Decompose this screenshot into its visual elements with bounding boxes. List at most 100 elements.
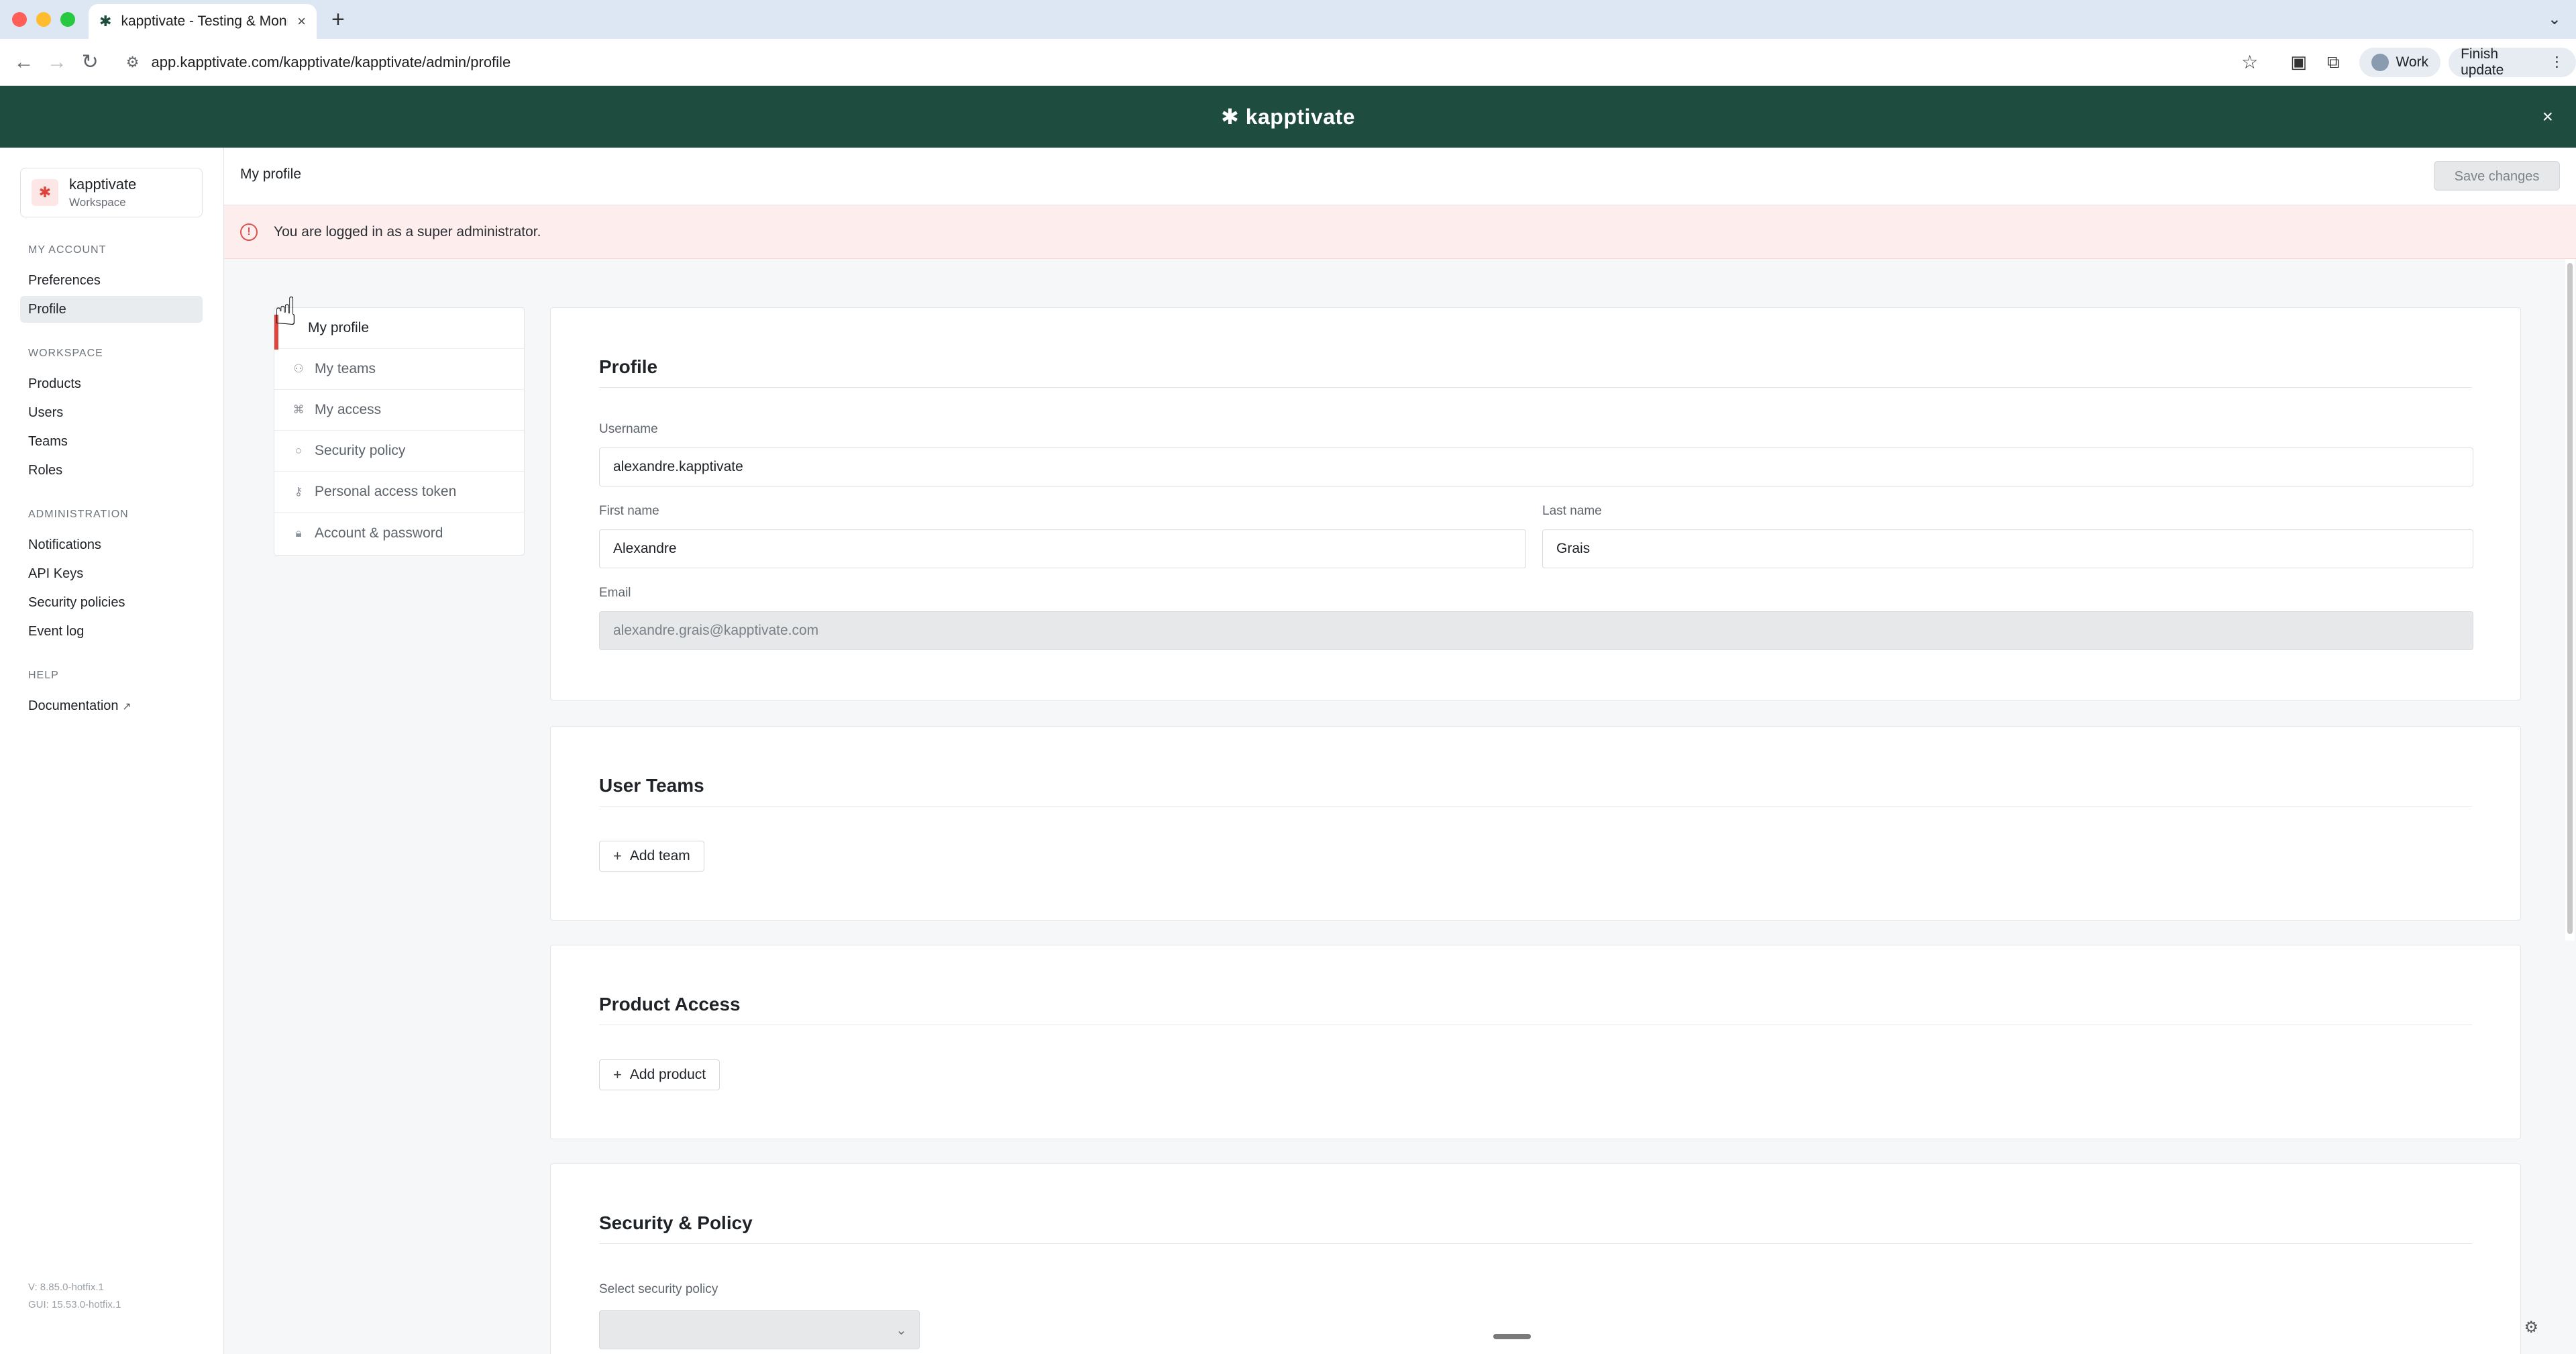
finish-update-button[interactable]: Finish update ⋮ (2449, 46, 2576, 78)
security-policy-title: Security & Policy (599, 1212, 753, 1233)
product-access-card: Product Access + Add product (550, 945, 2521, 1139)
workspace-switcher[interactable]: ✱ kapptivate Workspace (20, 168, 203, 217)
access-icon: ⌘ (292, 403, 305, 416)
email-field: alexandre.grais@kapptivate.com (599, 611, 2473, 650)
sidebar-item-products[interactable]: Products (20, 370, 203, 397)
subnav-label: My access (315, 402, 382, 417)
subnav-item-my-teams[interactable]: ⚇ My teams (274, 349, 524, 390)
info-circle-icon: ! (240, 223, 258, 241)
plus-icon: + (613, 847, 622, 864)
subnav-item-security-policy[interactable]: ○ Security policy (274, 431, 524, 472)
security-policy-select[interactable]: ⌄ (599, 1310, 920, 1349)
profile-card: Profile Username alexandre.kapptivate Fi… (550, 307, 2521, 700)
browser-tab-active[interactable]: ✱ kapptivate - Testing & Monit... × (89, 4, 317, 39)
workspace-logo-icon: ✱ (32, 179, 58, 206)
section-title-workspace: WORKSPACE (28, 348, 103, 359)
sidebar-item-security-policies[interactable]: Security policies (20, 589, 203, 616)
sidebar-item-notifications[interactable]: Notifications (20, 531, 203, 558)
add-product-button[interactable]: + Add product (599, 1059, 720, 1090)
brand-logo: ✱ kapptivate (1221, 105, 1355, 129)
add-team-button[interactable]: + Add team (599, 841, 704, 872)
subnav-item-account-password[interactable]: 🔒︎ Account & password (274, 513, 524, 554)
product-access-title: Product Access (599, 994, 741, 1014)
site-info-icon[interactable]: ⚙ (126, 54, 140, 71)
window-controls (12, 12, 75, 27)
content-header: My profile Save changes (224, 148, 2576, 205)
profile-subnav: My profile ⚇ My teams ⌘ My access ○ Secu… (274, 307, 525, 556)
reload-icon[interactable]: ↻ (78, 50, 102, 74)
new-tab-button[interactable]: + (331, 7, 345, 33)
divider (599, 387, 2472, 388)
lock-icon: 🔒︎ (295, 526, 302, 539)
workspace-name: kapptivate (69, 176, 137, 193)
user-teams-card: User Teams + Add team (550, 726, 2521, 921)
kapptivate-favicon-icon: ✱ (99, 13, 112, 30)
first-name-label: First name (599, 504, 659, 518)
subnav-label: Account & password (315, 525, 443, 541)
section-title-help: HELP (28, 670, 59, 681)
workspace-subtitle: Workspace (69, 196, 126, 209)
profile-name: Work (2396, 54, 2429, 70)
extension-icon[interactable]: ▣ (2290, 52, 2307, 72)
shield-icon: ○ (294, 444, 303, 457)
profile-avatar-icon (2371, 53, 2390, 71)
tab-search-chevron-icon[interactable]: ⌄ (2548, 9, 2561, 29)
add-product-label: Add product (629, 1067, 706, 1082)
subnav-item-personal-access-token[interactable]: ⚷ Personal access token (274, 472, 524, 513)
sidebar-item-teams[interactable]: Teams (20, 428, 203, 455)
gui-version: GUI: 15.53.0-hotfix.1 (28, 1299, 121, 1310)
bookmark-star-icon[interactable]: ☆ (2241, 51, 2258, 73)
sidebar: ✱ kapptivate Workspace MY ACCOUNT Prefer… (0, 148, 224, 1354)
subnav-item-my-access[interactable]: ⌘ My access (274, 390, 524, 431)
minimize-window-button[interactable] (36, 12, 51, 27)
sidebar-item-documentation[interactable]: Documentation ↗ (20, 692, 203, 719)
save-changes-button[interactable]: Save changes (2434, 161, 2560, 191)
first-name-field[interactable]: Alexandre (599, 529, 1526, 568)
close-icon[interactable]: × (2542, 106, 2553, 127)
alert-text: You are logged in as a super administrat… (274, 223, 541, 240)
plus-icon: + (613, 1066, 622, 1083)
user-teams-title: User Teams (599, 775, 704, 796)
last-name-label: Last name (1542, 504, 1602, 518)
app-banner: ✱ kapptivate × (0, 86, 2576, 148)
sidebar-item-api-keys[interactable]: API Keys (20, 560, 203, 587)
scrollbar-thumb[interactable] (2567, 263, 2573, 934)
back-arrow-icon[interactable]: ← (12, 51, 36, 74)
key-icon: ⚷ (294, 485, 303, 498)
content-scrollbar[interactable] (2565, 259, 2575, 941)
email-label: Email (599, 586, 631, 600)
tab-close-icon[interactable]: × (297, 13, 306, 30)
username-field[interactable]: alexandre.kapptivate (599, 448, 2473, 486)
teams-icon: ⚇ (293, 362, 304, 375)
profile-chip[interactable]: Work (2359, 47, 2441, 77)
sidebar-item-roles[interactable]: Roles (20, 457, 203, 484)
subnav-item-my-profile[interactable]: My profile (274, 308, 524, 350)
sidebar-item-users[interactable]: Users (20, 399, 203, 426)
gear-icon[interactable]: ⚙ (2524, 1318, 2538, 1337)
extensions-puzzle-icon[interactable]: ⧉ (2327, 52, 2340, 73)
subnav-label: Security policy (315, 443, 406, 458)
last-name-field[interactable]: Grais (1542, 529, 2473, 568)
browser-toolbar: ← → ↻ ⚙ app.kapptivate.com/kapptivate/ka… (0, 39, 2576, 86)
hand-cursor-icon: ☝ (274, 290, 298, 333)
url-text[interactable]: app.kapptivate.com/kapptivate/kapptivate… (152, 54, 2230, 71)
close-window-button[interactable] (12, 12, 27, 27)
drag-handle[interactable] (1493, 1334, 1531, 1339)
chevron-down-icon: ⌄ (896, 1323, 907, 1338)
more-vertical-icon: ⋮ (2549, 54, 2564, 70)
section-title-administration: ADMINISTRATION (28, 509, 129, 520)
sidebar-item-preferences[interactable]: Preferences (20, 267, 203, 294)
maximize-window-button[interactable] (60, 12, 75, 27)
divider (599, 1243, 2472, 1244)
documentation-label: Documentation (28, 698, 119, 713)
subnav-label: My profile (308, 320, 370, 335)
browser-tab-bar: ✱ kapptivate - Testing & Monit... × + ⌄ (0, 0, 2576, 39)
address-bar[interactable]: ⚙ app.kapptivate.com/kapptivate/kapptiva… (113, 44, 2271, 80)
sidebar-item-profile[interactable]: Profile (20, 296, 203, 323)
main-content: My profile ⚇ My teams ⌘ My access ○ Secu… (224, 259, 2576, 1354)
sidebar-item-event-log[interactable]: Event log (20, 618, 203, 645)
section-title-my-account: MY ACCOUNT (28, 244, 107, 256)
add-team-label: Add team (629, 848, 690, 864)
tab-title: kapptivate - Testing & Monit... (121, 13, 288, 29)
forward-arrow-icon[interactable]: → (45, 51, 68, 74)
